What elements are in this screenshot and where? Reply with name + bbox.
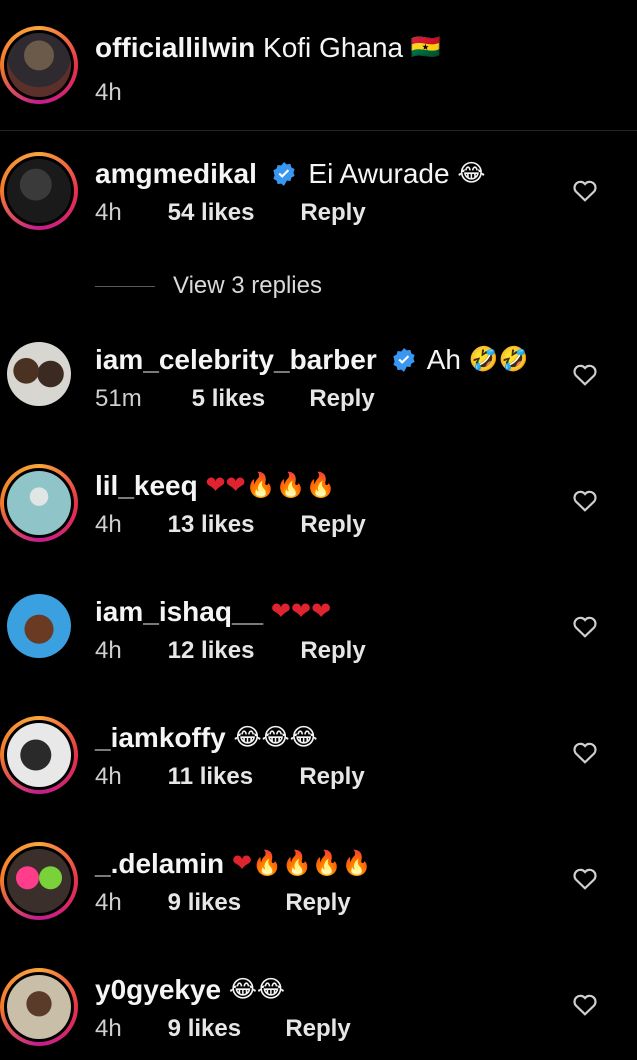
comment-time: 51m — [95, 385, 142, 412]
comment-text: Ah — [426, 344, 461, 375]
view-replies-label[interactable]: View 3 replies — [173, 272, 322, 299]
reply-button[interactable]: Reply — [300, 510, 365, 540]
comment-likes[interactable]: 11 likes — [168, 762, 293, 792]
comment-likes[interactable]: 12 likes — [168, 636, 294, 666]
comment-text: Ei Awurade — [308, 158, 450, 189]
comment-username[interactable]: lil_keeq — [95, 470, 198, 501]
comment-username[interactable]: _.delamin — [95, 848, 224, 879]
comment-row: y0gyekye 😂😂 4h 9 likes Reply — [0, 968, 637, 1048]
like-heart-icon[interactable] — [572, 178, 598, 202]
comment-time: 4h — [95, 637, 122, 664]
comment-row: _iamkoffy 😂😂😂 4h 11 likes Reply — [0, 716, 637, 796]
comment-username[interactable]: amgmedikal — [95, 158, 257, 189]
replies-divider-line — [95, 286, 155, 288]
comment-likes[interactable]: 9 likes — [168, 888, 279, 918]
avatar[interactable] — [0, 464, 78, 542]
comment-time: 4h — [95, 889, 122, 916]
caption-username[interactable]: officiallilwin — [95, 32, 255, 63]
reply-button[interactable]: Reply — [285, 1014, 350, 1044]
like-heart-icon[interactable] — [572, 992, 598, 1016]
comment-emoji: ❤❤❤ — [270, 597, 332, 625]
avatar[interactable] — [7, 342, 71, 406]
caption-time: 4h — [95, 79, 122, 106]
comment-username[interactable]: iam_celebrity_barber — [95, 344, 377, 375]
avatar[interactable] — [0, 968, 78, 1046]
avatar[interactable] — [0, 842, 78, 920]
caption-row: officiallilwin Kofi Ghana 🇬🇭 4h — [0, 26, 637, 116]
comment-likes[interactable]: 54 likes — [168, 198, 294, 228]
avatar[interactable] — [0, 26, 78, 104]
view-replies-button[interactable]: View 3 replies — [95, 272, 322, 300]
comment-emoji: ❤❤🔥🔥🔥 — [205, 471, 336, 499]
ghana-flag-icon: 🇬🇭 — [410, 33, 441, 61]
comment-username[interactable]: iam_ishaq__ — [95, 596, 263, 627]
comment-time: 4h — [95, 199, 122, 226]
like-heart-icon[interactable] — [572, 740, 598, 764]
reply-button[interactable]: Reply — [299, 762, 364, 792]
reply-button[interactable]: Reply — [309, 384, 374, 414]
like-heart-icon[interactable] — [572, 362, 598, 386]
comment-row: lil_keeq ❤❤🔥🔥🔥 4h 13 likes Reply — [0, 464, 637, 544]
reply-button[interactable]: Reply — [300, 636, 365, 666]
comment-emoji: 😂 — [457, 159, 486, 187]
comment-row: iam_celebrity_barber Ah 🤣🤣 51m 5 likes R… — [0, 338, 637, 418]
reply-button[interactable]: Reply — [285, 888, 350, 918]
comment-row: _.delamin ❤🔥🔥🔥🔥 4h 9 likes Reply — [0, 842, 637, 922]
comment-username[interactable]: y0gyekye — [95, 974, 221, 1005]
comment-row: amgmedikal Ei Awurade 😂 4h 54 likes Repl… — [0, 152, 637, 232]
comment-emoji: 🤣🤣 — [468, 345, 529, 373]
comment-likes[interactable]: 9 likes — [168, 1014, 279, 1044]
verified-badge-icon — [273, 162, 295, 186]
comment-likes[interactable]: 13 likes — [168, 510, 294, 540]
comment-time: 4h — [95, 1015, 122, 1042]
comment-time: 4h — [95, 511, 122, 538]
verified-badge-icon — [392, 348, 415, 372]
comment-row: iam_ishaq__ ❤❤❤ 4h 12 likes Reply — [0, 590, 637, 670]
caption-text: Kofi Ghana — [263, 32, 404, 63]
like-heart-icon[interactable] — [572, 614, 598, 638]
comment-likes[interactable]: 5 likes — [192, 384, 303, 414]
divider — [0, 130, 637, 131]
like-heart-icon[interactable] — [572, 866, 598, 890]
comment-emoji: ❤🔥🔥🔥🔥 — [231, 849, 372, 877]
comment-emoji: 😂😂😂 — [233, 723, 318, 751]
comment-username[interactable]: _iamkoffy — [95, 722, 226, 753]
avatar[interactable] — [0, 152, 78, 230]
reply-button[interactable]: Reply — [300, 198, 365, 228]
avatar[interactable] — [0, 716, 78, 794]
comment-emoji: 😂😂 — [228, 975, 285, 1003]
avatar[interactable] — [7, 594, 71, 658]
like-heart-icon[interactable] — [572, 488, 598, 512]
comment-time: 4h — [95, 763, 122, 790]
